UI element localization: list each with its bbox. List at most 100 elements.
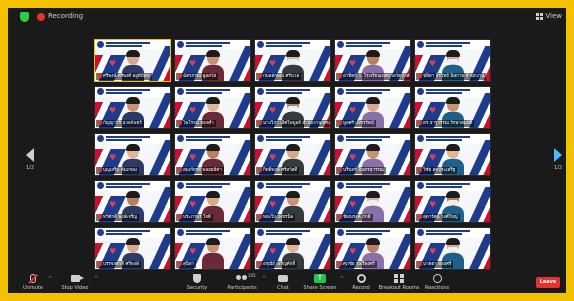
muted-mic-icon (178, 261, 182, 266)
participant-name: ศรีพงษ์ ศรีพงศ์ อยู่ดีมีสุข (96, 73, 152, 80)
event-banner (415, 87, 490, 97)
heart-icon: ♥ (269, 200, 277, 209)
event-banner (335, 87, 410, 97)
participant-tile[interactable]: ♥ กัญญาวีร์ นวลจันทร์ (94, 86, 171, 129)
video-camera-icon (70, 275, 84, 282)
organization-logo-icon (97, 88, 104, 95)
organization-logo-icon (257, 182, 264, 189)
event-banner (95, 228, 170, 238)
leave-button[interactable]: Leave (536, 277, 560, 288)
participant-tile[interactable]: ♥ อาทิตย์ ว. โรงเรียนเทศบาลวัดป่าสัก (334, 39, 411, 82)
next-page-button[interactable]: 1/2 (550, 148, 566, 171)
organization-logo-icon (337, 135, 344, 142)
participant-tile[interactable]: ♥ ชัยณรงค์ ภักดี (334, 180, 411, 223)
participant-tile[interactable]: ♥ กิตติพงษ์ ศรีสวัสดิ์ (254, 133, 331, 176)
record-label: Record (352, 285, 370, 291)
recording-label: Recording (48, 12, 84, 20)
participant-tile[interactable]: ♥ นางวิภา เลิศไพบูลย์ สำนักงานกศน. (254, 86, 331, 129)
participant-tile[interactable]: ♥ กมลลักษณ์ ศรีนวล (254, 39, 331, 82)
organization-logo-icon (97, 229, 104, 236)
participant-name: สุนิสา (176, 261, 197, 268)
audio-options-caret-icon[interactable]: ^ (48, 276, 52, 282)
event-banner (95, 134, 170, 144)
participant-tile[interactable]: ♥ ชลิตา จิรวิทย์ นิลกาย สำนักงาน (414, 39, 491, 82)
organization-logo-icon (257, 135, 264, 142)
organization-logo-icon (337, 182, 344, 189)
security-shield-icon (193, 274, 201, 283)
muted-mic-icon (258, 167, 262, 172)
flag-stripes (306, 46, 330, 81)
participant-tile[interactable]: ♥ ดร.จารุวรรณ รักษาสมบัติ (414, 86, 491, 129)
participant-name: ไพโรจน์ ทองคำ (176, 120, 216, 127)
muted-mic-icon (258, 214, 262, 219)
heart-icon: ♥ (269, 153, 277, 162)
security-button[interactable]: Security (182, 273, 212, 291)
next-page-indicator: 1/2 (553, 165, 563, 171)
organization-logo-icon (417, 229, 424, 236)
participant-name: ดร.จารุวรรณ รักษาสมบัติ (416, 120, 475, 127)
participant-tile[interactable]: ♥ นรินทร์ อินทรสุวรรณ (334, 133, 411, 176)
organization-logo-icon (177, 229, 184, 236)
record-button[interactable]: Record (348, 273, 374, 291)
unmute-button[interactable]: Unmute (18, 273, 48, 291)
participants-options-caret-icon[interactable]: ^ (262, 276, 266, 282)
participant-tile[interactable]: ♥ ศรีพงษ์ ศรีพงศ์ อยู่ดีมีสุข (94, 39, 171, 82)
participant-tile[interactable]: ♥ ทองใบ เพชรนิล (254, 180, 331, 223)
heart-icon: ♥ (269, 59, 277, 68)
event-banner (335, 181, 410, 191)
share-options-caret-icon[interactable]: ^ (340, 276, 344, 282)
security-shield-icon[interactable] (20, 12, 29, 22)
participant-tile[interactable]: ♥ ฉัตรภรณ์ พูลสวัส (174, 39, 251, 82)
participant-tile[interactable]: ♥ สมเกียรติ พลอยมีค่า (174, 133, 251, 176)
participant-tile[interactable]: ♥ สุนิสา (174, 227, 251, 270)
event-banner (415, 228, 490, 238)
event-banner (175, 181, 250, 191)
previous-page-button[interactable]: 1/2 (22, 148, 38, 171)
share-screen-button[interactable]: ↑ Share Screen (300, 273, 340, 291)
video-options-caret-icon[interactable]: ^ (94, 276, 98, 282)
heart-icon: ♥ (189, 153, 197, 162)
participant-tile[interactable]: ♥ ศุภชัย รุ่งเรืองศรี (334, 227, 411, 270)
view-button[interactable]: View (536, 12, 562, 20)
reactions-button[interactable]: Reactions (422, 273, 452, 291)
muted-mic-icon (98, 73, 102, 78)
breakout-rooms-label: Breakout Rooms (378, 285, 420, 291)
participant-tile[interactable]: ♥ พูลศรี เพ็ชรรัตน์ (334, 86, 411, 129)
participant-name: ชัยณรงค์ ภักดี (336, 214, 373, 221)
participant-tile[interactable]: ♥ ทวีศักดิ์ พงษ์เจริญ (94, 180, 171, 223)
participant-tile[interactable]: ♥ ประภาพร ใจดี (174, 180, 251, 223)
participant-name: สมเกียรติ พลอยมีค่า (176, 167, 224, 174)
face-mask (287, 59, 298, 64)
organization-logo-icon (97, 135, 104, 142)
chat-button[interactable]: Chat (272, 273, 294, 291)
muted-mic-icon (258, 73, 262, 78)
muted-mic-icon (258, 120, 262, 125)
breakout-rooms-button[interactable]: Breakout Rooms (376, 273, 422, 291)
muted-mic-icon (258, 261, 262, 266)
organization-logo-icon (257, 88, 264, 95)
organization-logo-icon (417, 135, 424, 142)
organization-logo-icon (337, 41, 344, 48)
microphone-muted-icon (30, 274, 36, 283)
participant-tile[interactable]: ♥ บุญเสริม คุ้มเกษม (94, 133, 171, 176)
flag-stripes (466, 187, 490, 222)
flag-stripes (146, 234, 170, 269)
event-banner (335, 228, 410, 238)
participant-name: ชลิตา จิรวิทย์ นิลกาย สำนักงาน (416, 73, 487, 80)
stop-video-button[interactable]: Stop Video (58, 273, 92, 291)
flag-stripes (466, 234, 490, 269)
participant-tile[interactable]: ♥ ไพโรจน์ ทองคำ (174, 86, 251, 129)
meeting-toolbar: Unmute ^ Stop Video ^ Security Participa… (8, 272, 566, 293)
participants-button[interactable]: Participants (222, 273, 262, 291)
participant-tile[interactable]: ♥ บรรจงศักดิ์ ศรีพงษ์ (94, 227, 171, 270)
participant-tile[interactable]: ♥ นาตยา ทองศรี (414, 227, 491, 270)
flag-stripes (146, 93, 170, 128)
organization-logo-icon (97, 182, 104, 189)
participant-tile[interactable]: ♥ สุดารัตน์ วงศ์ใหญ่ (414, 180, 491, 223)
participant-name: วิชัย สุดประเสริฐ (416, 167, 458, 174)
breakout-rooms-icon (394, 274, 404, 283)
flag-stripes (306, 234, 330, 269)
heart-icon: ♥ (109, 106, 117, 115)
participant-tile[interactable]: ♥ อรุณีย์ เจริญศักดิ์ (254, 227, 331, 270)
participant-tile[interactable]: ♥ วิชัย สุดประเสริฐ (414, 133, 491, 176)
